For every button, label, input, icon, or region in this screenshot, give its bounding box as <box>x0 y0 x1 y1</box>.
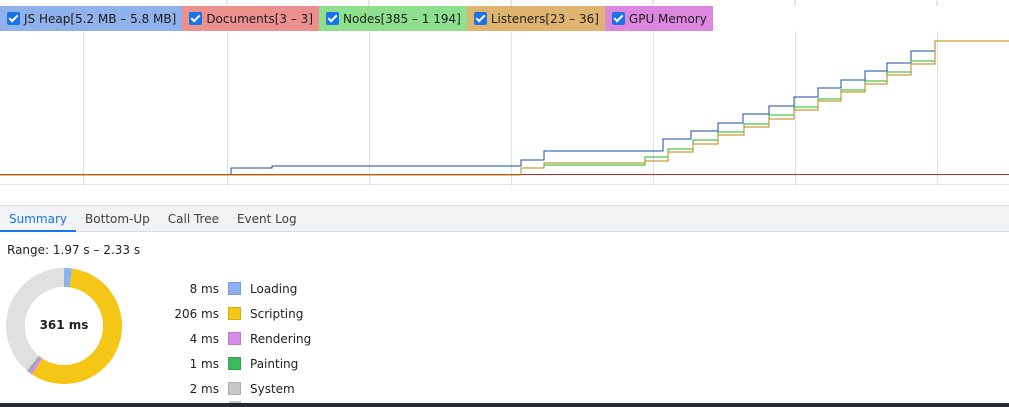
counter-label: Documents[3 – 3] <box>206 11 313 26</box>
checkbox-icon[interactable] <box>189 12 203 25</box>
legend-row-scripting: 206 ms Scripting <box>160 301 311 326</box>
counter-gpu-memory[interactable]: GPU Memory <box>604 6 713 31</box>
js-heap-line <box>0 40 1009 176</box>
memory-counters-bar: JS Heap[5.2 MB – 5.8 MB] Documents[3 – 3]… <box>0 6 713 31</box>
legend-label: Loading <box>250 281 298 296</box>
legend-swatch <box>228 332 241 345</box>
memory-counters-graph[interactable] <box>0 31 1009 186</box>
tab-bottom-up[interactable]: Bottom-Up <box>76 206 159 232</box>
legend-time: 8 ms <box>189 281 219 296</box>
counter-label: JS Heap[5.2 MB – 5.8 MB] <box>24 11 177 26</box>
checkbox-icon[interactable] <box>611 12 625 25</box>
counter-nodes[interactable]: Nodes[385 – 1 194] <box>319 6 467 31</box>
tab-call-tree[interactable]: Call Tree <box>159 206 228 232</box>
listeners-line <box>0 40 1009 176</box>
tab-summary[interactable]: Summary <box>0 206 76 232</box>
summary-total-time: 361 ms <box>39 318 89 332</box>
legend-label: Painting <box>250 356 299 371</box>
nodes-line <box>0 40 1009 176</box>
counter-label: Listeners[23 – 36] <box>490 11 599 26</box>
legend-swatch <box>228 357 241 370</box>
details-tab-bar: Summary Bottom-Up Call Tree Event Log <box>0 205 1009 232</box>
legend-swatch <box>228 382 241 395</box>
counter-label: Nodes[385 – 1 194] <box>343 11 461 26</box>
legend-time: 4 ms <box>189 331 219 346</box>
checkbox-icon[interactable] <box>326 12 339 25</box>
tab-event-log[interactable]: Event Log <box>228 206 306 232</box>
legend-label: Rendering <box>250 331 312 346</box>
summary-legend: 8 ms Loading 206 ms Scripting 4 ms Rendering 1… <box>160 276 311 401</box>
counter-js-heap[interactable]: JS Heap[5.2 MB – 5.8 MB] <box>0 6 183 31</box>
legend-row-loading: 8 ms Loading <box>160 276 311 301</box>
checkbox-icon[interactable] <box>7 12 20 25</box>
status-bar-edge <box>0 403 1009 407</box>
legend-row-system: 2 ms System <box>160 376 311 401</box>
legend-swatch <box>228 307 241 320</box>
legend-time: 1 ms <box>189 356 219 371</box>
counter-documents[interactable]: Documents[3 – 3] <box>182 6 319 31</box>
counter-label: GPU Memory <box>628 11 707 26</box>
counter-listeners[interactable]: Listeners[23 – 36] <box>466 6 605 31</box>
legend-label: Scripting <box>250 306 304 321</box>
summary-range: Range: 1.97 s – 2.33 s <box>7 243 141 257</box>
legend-row-rendering: 4 ms Rendering <box>160 326 312 351</box>
checkbox-icon[interactable] <box>473 12 487 25</box>
legend-swatch <box>228 282 241 295</box>
legend-label: System <box>250 381 295 396</box>
legend-row-painting: 1 ms Painting <box>160 351 311 376</box>
legend-time: 206 ms <box>174 306 219 321</box>
legend-time: 2 ms <box>189 381 219 396</box>
